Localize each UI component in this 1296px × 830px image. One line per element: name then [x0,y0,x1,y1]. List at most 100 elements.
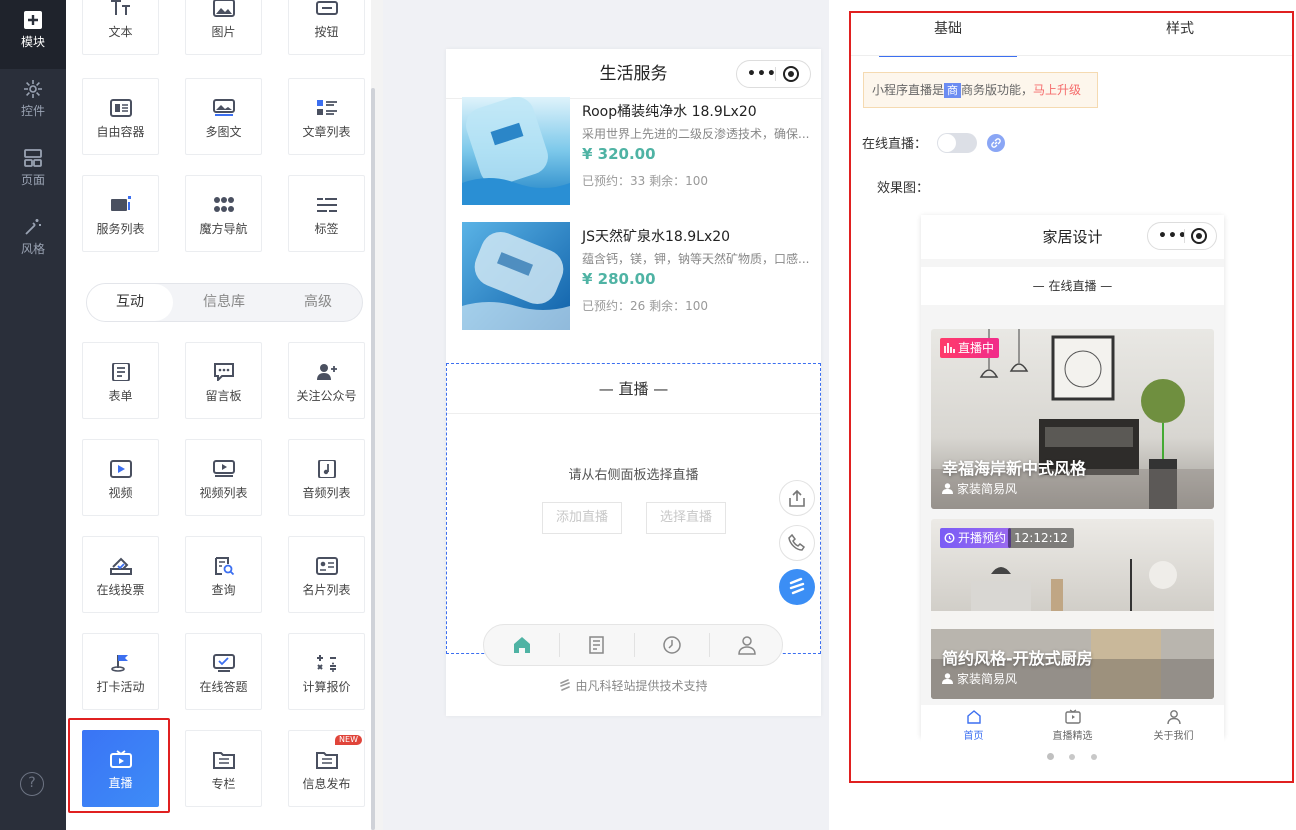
tile-follow-account[interactable]: 关注公众号 [288,342,365,419]
tile-multi-image-text[interactable]: 多图文 [185,78,262,155]
tab-history[interactable] [634,625,709,665]
tile-button[interactable]: 按钮 [288,0,365,55]
tile-info-publish[interactable]: NEW 信息发布 [288,730,365,807]
card-icon [315,557,338,575]
upgrade-notice: 小程序直播是商商务版功能，马上升级 [863,72,1098,108]
tile-label: 文章列表 [302,125,351,139]
rail-item-modules[interactable]: 模块 [0,0,66,69]
carousel-dot[interactable] [1069,754,1075,760]
close-target-icon[interactable] [783,66,799,82]
tile-text[interactable]: 文本 [82,0,159,55]
palette-category-tabs: 互动 信息库 高级 [86,283,363,322]
product-image [462,97,570,205]
product-name: JS天然矿泉水18.9Lx20 [582,229,731,245]
live-card: 直播中 幸福海岸新中式风格 家装简易风 [931,329,1214,509]
footer-text: 由凡科轻站提供技术支持 [575,679,708,693]
mini-program-capsule[interactable]: ••• [736,60,811,88]
tile-service-list[interactable]: 服务列表 [82,175,159,252]
tile-tag[interactable]: 标签 [288,175,365,252]
tile-online-quiz[interactable]: 在线答题 [185,633,262,710]
tile-online-vote[interactable]: 在线投票 [82,536,159,613]
tile-card-list[interactable]: 名片列表 [288,536,365,613]
card-author: 家装简易风 [942,670,1017,687]
phone-call-button[interactable] [779,525,815,561]
user-plus-icon [316,364,337,380]
container-icon [109,99,132,117]
more-icon[interactable]: ••• [747,61,777,87]
tile-message-board[interactable]: 留言板 [185,342,262,419]
tile-article-list[interactable]: 文章列表 [288,78,365,155]
tab-interactive[interactable]: 互动 [87,284,173,321]
phone-tab-bar [483,624,783,666]
preview-tab-live-picks: 直播精选 [1022,705,1123,742]
tile-label: 文本 [108,25,133,39]
service-list-icon [110,196,131,211]
share-button[interactable] [779,480,815,516]
plus-square-icon [24,11,42,29]
grid-dots-icon [213,197,234,212]
user-icon [942,483,953,494]
tab-info-library[interactable]: 信息库 [181,284,267,321]
add-live-button[interactable]: 添加直播 [542,502,622,534]
live-module-section[interactable]: — 直播 — 请从右侧面板选择直播 添加直播 选择直播 [446,363,821,654]
tech-support-footer: 由凡科轻站提供技术支持 [446,677,821,694]
product-item[interactable]: Roop桶装纯净水 18.9Lx20 采用世界上先进的二级反渗透技术，确保...… [462,97,812,205]
tab-advanced[interactable]: 高级 [275,284,361,321]
tile-audio-list[interactable]: 音频列表 [288,439,365,516]
card-title: 简约风格-开放式厨房 [942,649,1093,668]
carousel-dot[interactable] [1091,754,1097,760]
video-list-icon [212,460,235,477]
user-icon [1166,710,1181,725]
link-button[interactable] [987,134,1005,152]
tile-video-list[interactable]: 视频列表 [185,439,262,516]
tile-label: 信息发布 [302,777,351,791]
tab-home[interactable] [484,625,559,665]
tile-label: 直播 [108,776,133,790]
tab-articles[interactable] [559,625,634,665]
folder-list-icon [212,752,235,769]
tile-image[interactable]: 图片 [185,0,262,55]
share-icon [789,489,805,507]
tile-label: 关注公众号 [296,389,357,403]
notice-text: 商务版功能， [961,83,1034,97]
tile-video[interactable]: 视频 [82,439,159,516]
rail-item-controls[interactable]: 控件 [0,69,66,138]
tile-checkin[interactable]: 打卡活动 [82,633,159,710]
product-stock: 已预约：26 剩余：100 [582,299,708,313]
sliders-icon [24,80,42,98]
tile-form[interactable]: 表单 [82,342,159,419]
rail-label: 控件 [20,104,45,118]
preview-header: 家居设计 ••• [921,215,1224,259]
tile-free-container[interactable]: 自由容器 [82,78,159,155]
card-title: 幸福海岸新中式风格 [942,459,1087,478]
tile-column[interactable]: 专栏 [185,730,262,807]
tile-calculator-quote[interactable]: 计算报价 [288,633,365,710]
upgrade-link[interactable]: 马上升级 [1033,83,1081,97]
carousel-dot[interactable] [1047,753,1054,760]
tab-profile[interactable] [709,625,784,665]
calculator-icon [316,655,336,672]
tile-label: 留言板 [205,389,242,403]
tile-label: 图片 [211,25,236,39]
product-stock: 已预约：33 剩余：100 [582,174,708,188]
tile-live[interactable]: 直播 [82,730,159,807]
tab-basic[interactable]: 基础 [879,13,1017,57]
tab-style[interactable]: 样式 [1111,13,1249,57]
home-icon [513,637,530,653]
video-icon [109,460,132,478]
folder-list-icon [315,752,338,769]
tile-query[interactable]: 查询 [185,536,262,613]
product-item[interactable]: JS天然矿泉水18.9Lx20 蕴含钙，镁，钾，钠等天然矿物质，口感... ¥ … [462,222,812,330]
user-icon [737,636,756,655]
preview-tab-home: 首页 [923,705,1024,742]
rail-item-style[interactable]: 风格 [0,207,66,276]
choose-live-button[interactable]: 选择直播 [646,502,726,534]
tile-cube-nav[interactable]: 魔方导航 [185,175,262,252]
palette-scrollbar[interactable] [371,0,383,830]
brand-button[interactable] [779,569,815,605]
new-badge: NEW [335,735,362,745]
live-toggle[interactable] [937,133,977,153]
rail-item-pages[interactable]: 页面 [0,138,66,207]
tile-label: 魔方导航 [199,222,248,236]
help-button[interactable]: ? [20,772,44,796]
